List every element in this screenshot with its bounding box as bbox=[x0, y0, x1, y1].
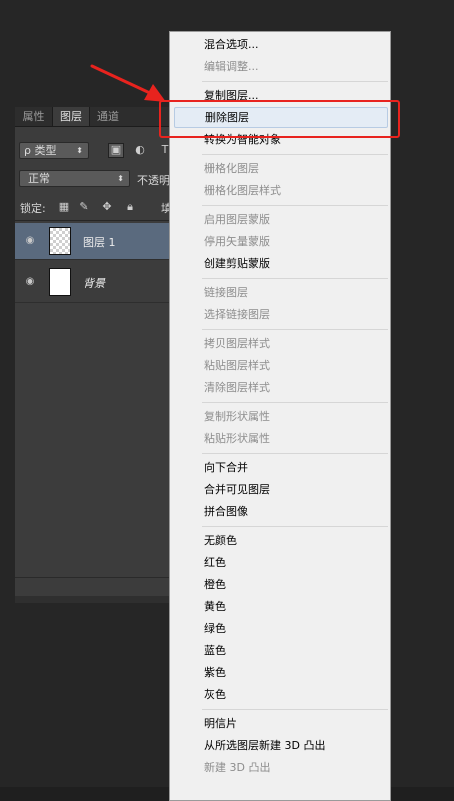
menu-item[interactable]: 创建剪贴蒙版 bbox=[170, 253, 390, 274]
adjustment-filter-icon[interactable]: ◐ bbox=[133, 143, 147, 157]
menu-item: 链接图层 bbox=[204, 286, 248, 299]
filter-row: ρ 类型 ⬍ ▣ ◐ T bbox=[15, 142, 190, 160]
menu-item: 清除图层样式 bbox=[204, 381, 270, 394]
annotation-highlight-box bbox=[159, 100, 400, 138]
menu-item: 粘贴图层样式 bbox=[204, 359, 270, 372]
panel-footer bbox=[15, 596, 190, 603]
menu-item[interactable]: 明信片 bbox=[170, 713, 390, 734]
divider bbox=[15, 577, 190, 578]
menu-item[interactable]: 蓝色 bbox=[170, 640, 390, 661]
lock-label: 锁定: bbox=[20, 202, 46, 215]
layers-panel: 属性 图层 通道 ρ 类型 ⬍ ▣ ◐ T 正常 ⬍ 不透明 锁定: ▦ ✎ ✥… bbox=[15, 107, 190, 603]
tab-channels[interactable]: 通道 bbox=[89, 107, 127, 126]
layer-name[interactable]: 图层 1 bbox=[83, 234, 116, 250]
layer-thumbnail bbox=[49, 268, 71, 296]
eye-icon[interactable]: ◉ bbox=[23, 234, 37, 248]
lock-all-icon[interactable]: 🔒︎ bbox=[123, 200, 137, 214]
menu-separator bbox=[202, 205, 388, 206]
menu-item: 粘贴形状属性 bbox=[204, 432, 270, 445]
pixel-filter-icon[interactable]: ▣ bbox=[108, 143, 124, 158]
divider bbox=[15, 302, 190, 303]
menu-item[interactable]: 无颜色 bbox=[170, 530, 390, 551]
menu-separator bbox=[202, 709, 388, 710]
menu-item: 启用图层蒙版 bbox=[204, 213, 270, 226]
menu-separator bbox=[202, 154, 388, 155]
menu-separator bbox=[202, 81, 388, 82]
filter-kind-select[interactable]: ρ 类型 ⬍ bbox=[19, 142, 89, 159]
menu-item: 拷贝图层样式 bbox=[204, 337, 270, 350]
menu-item: 栅格化图层 bbox=[204, 162, 259, 175]
menu-item: 新建 3D 凸出 bbox=[204, 761, 271, 774]
lock-transparent-icon[interactable]: ▦ bbox=[57, 200, 71, 214]
menu-item[interactable]: 紫色 bbox=[170, 662, 390, 683]
lock-move-icon[interactable]: ✥ bbox=[100, 200, 114, 214]
menu-item: 选择链接图层 bbox=[204, 308, 270, 321]
menu-item: 停用矢量蒙版 bbox=[204, 235, 270, 248]
blend-mode-select[interactable]: 正常 ⬍ bbox=[19, 170, 130, 187]
menu-item[interactable]: 橙色 bbox=[170, 574, 390, 595]
layer-row[interactable]: ◉ 图层 1 bbox=[15, 223, 190, 259]
annotation-arrow-icon bbox=[90, 64, 166, 102]
menu-separator bbox=[202, 526, 388, 527]
layer-context-menu: 混合选项... 编辑调整... 复制图层... 删除图层 转换为智能对象 栅格化图层 栅格化… bbox=[169, 31, 391, 801]
menu-item: 编辑调整... bbox=[204, 60, 259, 73]
menu-item[interactable]: 黄色 bbox=[170, 596, 390, 617]
layer-name[interactable]: 背景 bbox=[83, 275, 105, 291]
menu-item[interactable]: 拼合图像 bbox=[170, 501, 390, 522]
divider bbox=[15, 259, 190, 260]
menu-item[interactable]: 绿色 bbox=[170, 618, 390, 639]
updown-icon: ⬍ bbox=[117, 174, 124, 183]
tab-layers[interactable]: 图层 bbox=[52, 107, 90, 126]
blend-row: 正常 ⬍ 不透明 bbox=[15, 170, 190, 188]
menu-item[interactable]: 混合选项... bbox=[170, 34, 390, 55]
eye-icon[interactable]: ◉ bbox=[23, 275, 37, 289]
blend-mode-value: 正常 bbox=[28, 172, 50, 185]
menu-separator bbox=[202, 278, 388, 279]
menu-item[interactable]: 合并可见图层 bbox=[170, 479, 390, 500]
lock-row: 锁定: ▦ ✎ ✥ 🔒︎ 填 bbox=[15, 198, 190, 216]
lock-brush-icon[interactable]: ✎ bbox=[77, 200, 91, 214]
menu-item[interactable]: 灰色 bbox=[170, 684, 390, 705]
menu-item[interactable]: 红色 bbox=[170, 552, 390, 573]
divider bbox=[15, 220, 190, 221]
menu-separator bbox=[202, 329, 388, 330]
menu-item: 复制形状属性 bbox=[204, 410, 270, 423]
menu-separator bbox=[202, 402, 388, 403]
menu-item: 栅格化图层样式 bbox=[204, 184, 281, 197]
menu-separator bbox=[202, 453, 388, 454]
menu-item[interactable]: 从所选图层新建 3D 凸出 bbox=[170, 735, 390, 756]
menu-item[interactable]: 向下合并 bbox=[170, 457, 390, 478]
opacity-label: 不透明 bbox=[137, 174, 170, 187]
tab-properties[interactable]: 属性 bbox=[15, 107, 52, 126]
updown-icon: ⬍ bbox=[76, 146, 83, 155]
filter-kind-label: ρ 类型 bbox=[24, 144, 57, 157]
layer-row[interactable]: ◉ 背景 bbox=[15, 264, 190, 300]
layer-thumbnail bbox=[49, 227, 71, 255]
